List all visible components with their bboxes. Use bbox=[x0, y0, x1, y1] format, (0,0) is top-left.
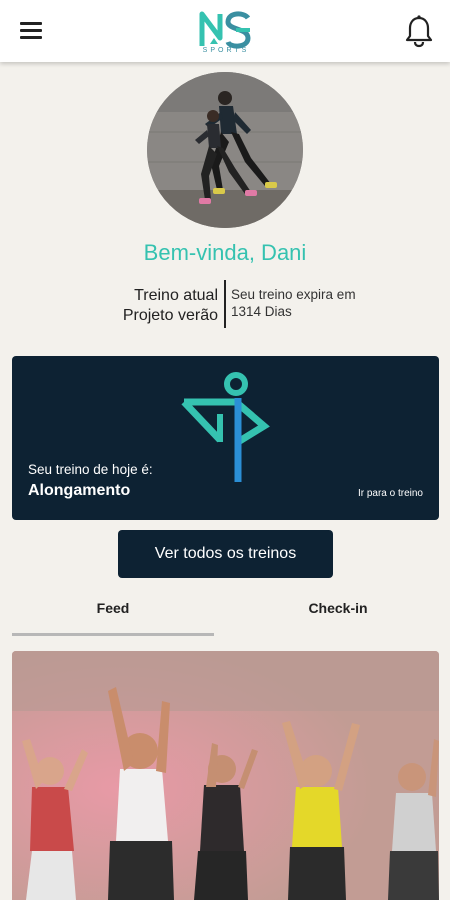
today-workout-label: Seu treino de hoje é: bbox=[28, 462, 153, 477]
expiry-label: Seu treino expira em bbox=[231, 287, 356, 302]
hamburger-menu-icon[interactable] bbox=[20, 22, 42, 40]
today-workout-name: Alongamento bbox=[28, 482, 131, 499]
app-header: SPORTS bbox=[0, 0, 450, 62]
current-plan: Treino atual Projeto verão bbox=[100, 286, 218, 326]
bell-icon[interactable] bbox=[404, 14, 434, 48]
welcome-heading: Bem-vinda, Dani bbox=[143, 240, 307, 265]
view-all-workouts-button[interactable]: Ver todos os treinos bbox=[118, 530, 333, 578]
tab-checkin[interactable]: Check-in bbox=[238, 600, 438, 636]
tab-feed[interactable]: Feed bbox=[12, 600, 214, 636]
today-workout-card[interactable]: Seu treino de hoje é: Alongamento Ir par… bbox=[12, 356, 439, 520]
plan-divider bbox=[224, 280, 226, 328]
runners-photo bbox=[147, 72, 303, 228]
plan-label: Treino atual bbox=[134, 287, 218, 304]
logo-subtitle: SPORTS bbox=[202, 47, 250, 54]
dance-class-photo bbox=[12, 651, 439, 900]
profile-avatar[interactable] bbox=[147, 72, 303, 228]
plan-expiry: Seu treino expira em 1314 Dias bbox=[231, 286, 421, 320]
feed-post-image[interactable] bbox=[12, 651, 439, 900]
plan-name: Projeto verão bbox=[122, 307, 218, 324]
expiry-value: 1314 Dias bbox=[231, 304, 292, 319]
go-to-workout-link[interactable]: Ir para o treino bbox=[358, 488, 423, 499]
stretching-figure-icon bbox=[181, 372, 270, 482]
